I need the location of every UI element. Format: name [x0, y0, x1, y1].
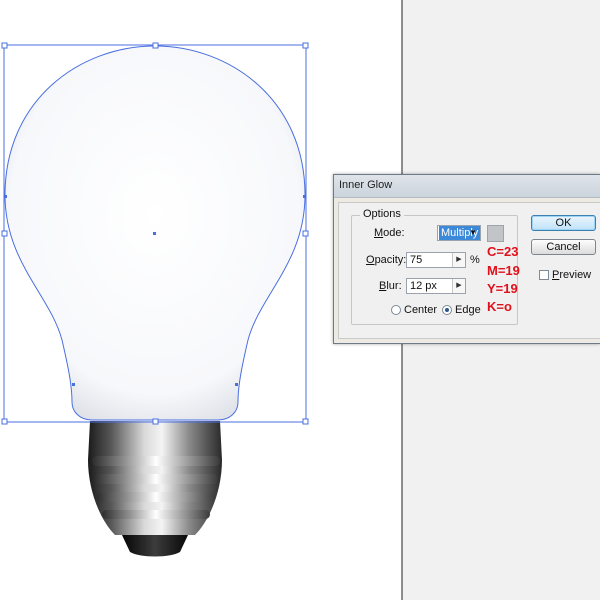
anchor-point[interactable]	[4, 195, 7, 198]
handle-bottom-left[interactable]	[1, 418, 8, 425]
blur-label: Blur:	[379, 280, 402, 292]
handle-middle-right[interactable]	[302, 230, 309, 237]
annotation-m: M=19	[487, 263, 520, 278]
preview-label: Preview	[552, 269, 592, 281]
chevron-down-icon[interactable]: ▼	[466, 226, 480, 240]
options-group-label: Options	[360, 208, 404, 220]
center-point	[153, 232, 156, 235]
center-radio-label: Center	[404, 304, 438, 316]
ok-button[interactable]: OK	[531, 215, 596, 231]
bulb-screw-base	[88, 421, 222, 557]
handle-top-right[interactable]	[302, 42, 309, 49]
handle-top-center[interactable]	[152, 42, 159, 49]
handle-bottom-right[interactable]	[302, 418, 309, 425]
anchor-point[interactable]	[72, 383, 75, 386]
annotation-k: K=o	[487, 299, 512, 314]
mode-dropdown[interactable]: Multiply ▼	[437, 225, 481, 241]
handle-middle-left[interactable]	[1, 230, 8, 237]
opacity-value: 75	[410, 254, 423, 266]
preview-checkbox[interactable]	[539, 270, 549, 280]
anchor-point[interactable]	[303, 195, 306, 198]
dialog-titlebar[interactable]: Inner Glow	[334, 175, 600, 198]
blur-field[interactable]: 12 px ▶	[406, 278, 466, 294]
edge-radio[interactable]	[442, 305, 452, 315]
blur-stepper[interactable]: ▶	[452, 279, 465, 293]
center-radio[interactable]	[391, 305, 401, 315]
glow-color-swatch[interactable]	[487, 225, 504, 242]
blur-value: 12 px	[410, 280, 437, 292]
handle-top-left[interactable]	[1, 42, 8, 49]
mode-label: Mode:	[374, 227, 405, 239]
anchor-point[interactable]	[235, 383, 238, 386]
opacity-stepper[interactable]: ▶	[452, 253, 465, 267]
handle-bottom-center[interactable]	[152, 418, 159, 425]
annotation-y: Y=19	[487, 281, 518, 296]
cancel-button[interactable]: Cancel	[531, 239, 596, 255]
dialog-title: Inner Glow	[339, 179, 393, 191]
edge-radio-label: Edge	[455, 304, 481, 316]
opacity-label: Opacity:	[366, 254, 407, 266]
inner-glow-dialog: Inner Glow Options Mode: Multiply ▼ Opac…	[333, 174, 600, 344]
opacity-field[interactable]: 75 ▶	[406, 252, 466, 268]
annotation-c: C=23	[487, 244, 519, 259]
opacity-unit: %	[470, 254, 480, 266]
